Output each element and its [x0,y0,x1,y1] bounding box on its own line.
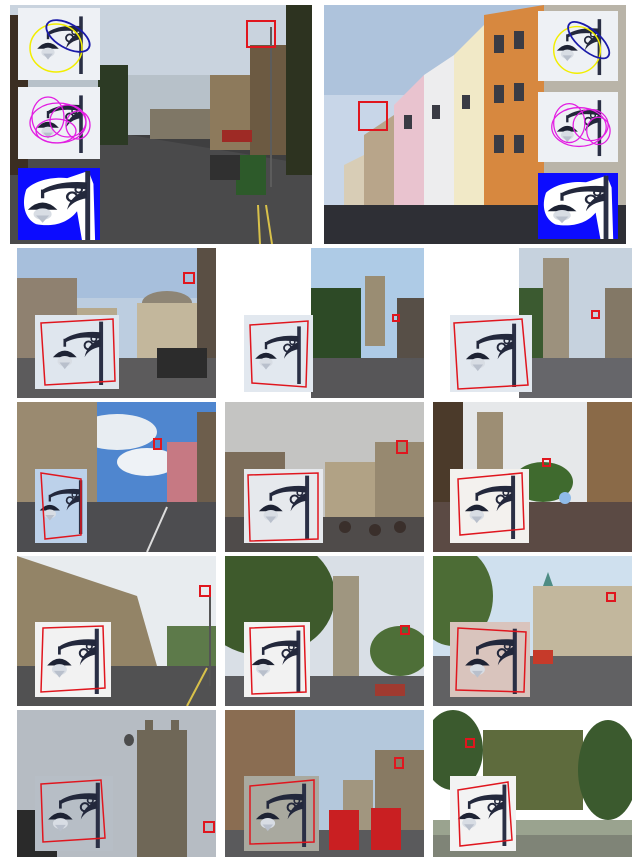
inset-ellipses-magenta [18,87,100,159]
inset-lamp-quad [450,622,530,697]
lamp-highlight-box [400,625,410,635]
inset-lamp-quad [244,776,319,851]
lamp-highlight-box [183,272,195,284]
inset-ellipses-magenta [538,92,618,162]
inset-mask-blue [538,173,618,239]
inset-lamp-quad [450,315,532,392]
inset-lamp-quad [35,776,113,851]
lamp-highlight-box [465,738,475,748]
inset-ellipses-yellow-blue [538,11,618,81]
lamp-highlight-box [153,438,162,450]
lamp-highlight-box [394,757,404,769]
inset-lamp-quad [450,776,516,851]
lamp-highlight-box [358,101,388,131]
inset-lamp-quad [244,622,310,697]
inset-mask-blue [18,168,100,240]
inset-lamp-quad [35,622,111,697]
lamp-highlight-box [392,314,400,322]
inset-ellipses-yellow-blue [18,8,100,80]
inset-lamp-quad [244,315,313,392]
lamp-highlight-box [606,592,616,602]
lamp-highlight-box [542,458,551,467]
lamp-highlight-box [199,585,211,597]
lamp-highlight-box [203,821,215,833]
lamp-highlight-box [591,310,600,319]
inset-lamp-quad [35,315,119,389]
inset-lamp-quad [244,469,323,543]
lamp-highlight-box [396,440,408,454]
inset-lamp-quad [450,469,529,543]
inset-lamp-quad [35,469,87,543]
lamp-highlight-box [246,20,276,48]
